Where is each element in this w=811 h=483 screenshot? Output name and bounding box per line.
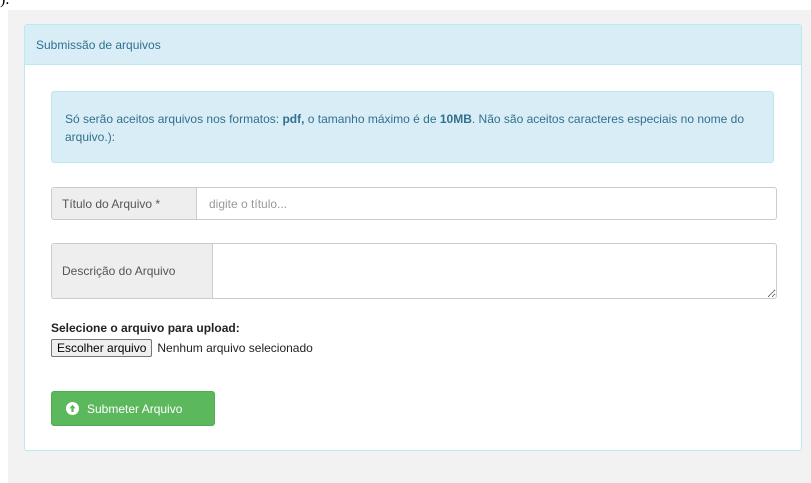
file-input: Escolher arquivo Nenhum arquivo selecion… <box>51 339 313 357</box>
info-alert: Só serão aceitos arquivos nos formatos: … <box>51 91 774 163</box>
alert-text-2: o tamanho máximo é de <box>304 112 440 126</box>
description-label: Descrição do Arquivo <box>51 243 212 299</box>
corner-text-fragment: ). <box>0 0 9 9</box>
title-input-group: Título do Arquivo * <box>51 187 777 220</box>
alert-max-size: 10MB <box>439 112 472 126</box>
panel-heading: Submissão de arquivos <box>25 25 801 65</box>
submit-file-button[interactable]: Submeter Arquivo <box>51 391 215 426</box>
upload-label: Selecione o arquivo para upload: <box>51 321 240 335</box>
file-status: Nenhum arquivo selecionado <box>157 341 313 355</box>
title-input[interactable] <box>196 187 777 220</box>
submit-label: Submeter Arquivo <box>87 401 183 416</box>
alert-text-1: Só serão aceitos arquivos nos formatos: <box>65 112 283 126</box>
description-textarea[interactable] <box>212 243 777 299</box>
alert-format: pdf, <box>282 112 305 126</box>
description-input-group: Descrição do Arquivo <box>51 243 777 299</box>
choose-file-button[interactable]: Escolher arquivo <box>51 339 153 357</box>
title-label: Título do Arquivo * <box>51 187 196 220</box>
arrow-up-circle-icon <box>66 402 79 415</box>
panel-title: Submissão de arquivos <box>36 38 161 52</box>
file-submission-panel: Submissão de arquivos Só serão aceitos a… <box>24 24 802 451</box>
